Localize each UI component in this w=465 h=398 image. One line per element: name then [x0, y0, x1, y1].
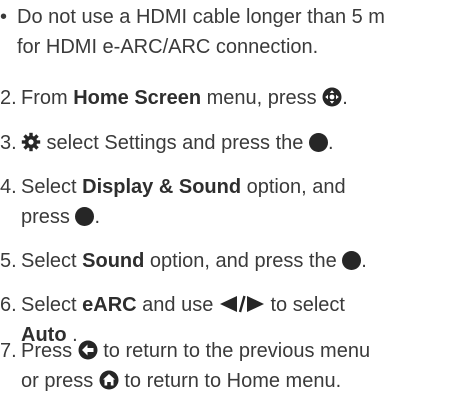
step-text-line-1: Press to return to the previous menu [21, 340, 371, 362]
ok-dot-icon [75, 207, 95, 226]
ok-dot-icon [342, 251, 362, 270]
step-text-line-1: Select Display & Sound option, and [21, 176, 346, 198]
sound-label: Sound [82, 250, 145, 272]
instruction-list: • Do not use a HDMI cable longer than 5 … [0, 0, 465, 398]
gear-icon [21, 132, 41, 152]
step-text-line-2: or press to return to Home menu. [21, 370, 342, 392]
step-text: Select Sound option, and press the . [21, 250, 367, 272]
back-icon [78, 340, 98, 360]
step-text-line-2: press . [21, 206, 101, 228]
step-text: select Settings and press the . [21, 128, 465, 158]
note-line-1: Do not use a HDMI cable longer than 5 m [17, 6, 385, 28]
dpad-icon [322, 87, 342, 107]
note-line-2: for HDMI e-ARC/ARC connection. [17, 36, 319, 58]
step-text: From Home Screen menu, press . [21, 87, 348, 109]
bullet-mark: • [0, 6, 8, 28]
display-sound-label: Display & Sound [82, 176, 242, 198]
home-icon [99, 370, 119, 390]
left-right-arrows-icon [219, 295, 264, 313]
step-text-line-1: Select eARC and use to select [21, 294, 345, 316]
home-screen-label: Home Screen [73, 87, 202, 109]
ok-dot-icon [308, 133, 328, 152]
earc-label: eARC [82, 294, 137, 316]
